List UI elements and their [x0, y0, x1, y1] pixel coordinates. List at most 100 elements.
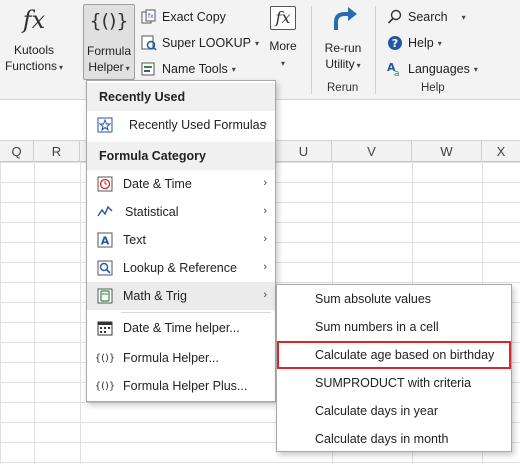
formula-helper-menu: Recently Used Recently Used Formulas › F… — [86, 80, 276, 402]
math-trig-submenu: Sum absolute values Sum numbers in a cel… — [276, 284, 512, 452]
menu-item-statistical[interactable]: Statistical › — [87, 198, 275, 226]
kutools-functions-button[interactable]: fx Kutools Functions ▾ — [4, 6, 64, 76]
name-tools-label: Name Tools — [162, 62, 228, 76]
rerun-group-label: Rerun — [327, 82, 359, 94]
chevron-down-icon: ▾ — [59, 63, 64, 72]
chevron-right-icon: › — [263, 233, 267, 245]
fx-box-icon: fx — [270, 6, 296, 30]
search-button[interactable]: Search ▾ — [387, 6, 466, 28]
menu-item-label: Formula Helper... — [123, 351, 219, 365]
chevron-down-icon: ▾ — [356, 61, 361, 70]
formula-helper-line2: Helper ▾ — [88, 60, 130, 74]
chevron-down-icon: ▾ — [473, 64, 478, 74]
menu-item-label: Recently Used Formulas — [129, 118, 266, 132]
ribbon-separator — [375, 6, 376, 94]
column-header[interactable]: W — [412, 141, 482, 163]
rerun-line1: Re-run — [324, 41, 362, 55]
menu-separator — [121, 312, 271, 313]
menu-item-formula-helper[interactable]: {()} Formula Helper... — [87, 344, 275, 372]
statistics-icon — [97, 204, 113, 220]
name-tools-button[interactable]: Name Tools ▾ — [141, 58, 236, 80]
submenu-item-selected[interactable]: Calculate age based on birthday — [277, 341, 511, 369]
name-tools-icon — [141, 61, 157, 77]
menu-item-formula-helper-plus[interactable]: {()} Formula Helper Plus... — [87, 372, 275, 400]
menu-item-label: Math & Trig — [123, 289, 187, 303]
lookup-icon — [97, 260, 113, 276]
menu-item-math-trig[interactable]: Math & Trig › — [87, 282, 275, 310]
exact-copy-icon: fx — [141, 9, 157, 25]
clock-icon — [97, 176, 113, 192]
chevron-down-icon: ▾ — [461, 12, 466, 22]
ribbon-separator — [311, 6, 312, 94]
menu-item-label: Text — [123, 233, 146, 247]
menu-item-label: Statistical — [125, 205, 179, 219]
help-button[interactable]: ? Help ▾ — [387, 32, 442, 54]
languages-icon: Aa — [387, 61, 403, 77]
recently-used-header: Recently Used — [87, 83, 275, 111]
chevron-down-icon: ▾ — [437, 38, 442, 48]
search-icon — [387, 9, 403, 25]
menu-item-label: Date & Time — [123, 177, 192, 191]
submenu-item[interactable]: SUMPRODUCT with criteria — [277, 369, 511, 397]
menu-item-label: Lookup & Reference — [123, 261, 237, 275]
menu-item-label: Date & Time helper... — [123, 321, 240, 335]
help-group-label: Help — [421, 82, 445, 94]
menu-item-label: Formula Helper Plus... — [123, 379, 248, 393]
rerun-arrow-icon — [314, 6, 372, 36]
menu-item-lookup-reference[interactable]: Lookup & Reference › — [87, 254, 275, 282]
rerun-utility-button[interactable]: Re-run Utility ▾ — [314, 6, 372, 74]
chevron-right-icon: › — [263, 289, 267, 301]
svg-text:A: A — [101, 235, 110, 248]
kutools-functions-line2: Functions ▾ — [4, 59, 64, 73]
menu-item-recently-used-formulas[interactable]: Recently Used Formulas › — [87, 111, 275, 139]
super-lookup-label: Super LOOKUP — [162, 36, 251, 50]
search-label: Search — [408, 10, 448, 24]
fx-icon: fx — [22, 6, 46, 34]
menu-item-date-time-helper[interactable]: Date & Time helper... — [87, 314, 275, 342]
chevron-right-icon: › — [263, 261, 267, 273]
chevron-down-icon: ▾ — [254, 38, 259, 48]
submenu-item[interactable]: Sum numbers in a cell — [277, 313, 511, 341]
grid-line — [34, 162, 35, 464]
submenu-item[interactable]: Calculate days in year — [277, 397, 511, 425]
text-icon: A — [97, 232, 113, 248]
formula-braces-icon: {()} — [94, 352, 116, 364]
column-header[interactable]: Q — [0, 141, 34, 163]
languages-button[interactable]: Aa Languages ▾ — [387, 58, 478, 80]
menu-item-text[interactable]: A Text › — [87, 226, 275, 254]
submenu-item[interactable]: Sum absolute values — [277, 285, 511, 313]
calendar-icon — [97, 320, 113, 336]
chevron-right-icon: › — [263, 177, 267, 189]
column-header[interactable]: R — [34, 141, 80, 163]
super-lookup-button[interactable]: Super LOOKUP ▾ — [141, 32, 259, 54]
super-lookup-icon — [141, 35, 157, 51]
column-header[interactable]: V — [332, 141, 412, 163]
more-label: More — [269, 39, 297, 53]
star-icon — [97, 117, 113, 133]
formula-category-header: Formula Category — [87, 142, 275, 170]
languages-label: Languages — [408, 62, 470, 76]
chevron-down-icon: ▾ — [125, 64, 130, 73]
kutools-functions-line1: Kutools — [13, 43, 55, 57]
chevron-down-icon: ▾ — [280, 59, 285, 68]
formula-braces-icon: {()} — [89, 10, 129, 32]
exact-copy-label: Exact Copy — [162, 10, 226, 24]
chevron-down-icon: ▾ — [231, 64, 236, 74]
chevron-right-icon: › — [263, 118, 267, 130]
exact-copy-button[interactable]: fx Exact Copy — [141, 6, 226, 28]
formula-braces-icon: {()} — [94, 380, 116, 392]
more-button[interactable]: fx More ▾ — [262, 0, 304, 72]
svg-text:fx: fx — [148, 13, 154, 20]
svg-text:?: ? — [392, 37, 398, 50]
menu-item-date-time[interactable]: Date & Time › — [87, 170, 275, 198]
column-header[interactable]: X — [482, 141, 520, 163]
grid-line — [80, 162, 81, 464]
svg-text:a: a — [394, 69, 400, 77]
math-trig-icon — [97, 288, 113, 304]
submenu-item[interactable]: Calculate days in month — [277, 425, 511, 453]
column-header[interactable]: U — [276, 141, 332, 163]
help-label: Help — [408, 36, 434, 50]
formula-helper-line1: Formula — [86, 44, 131, 58]
chevron-right-icon: › — [263, 205, 267, 217]
formula-helper-button[interactable]: {()} Formula Helper ▾ — [83, 4, 135, 80]
